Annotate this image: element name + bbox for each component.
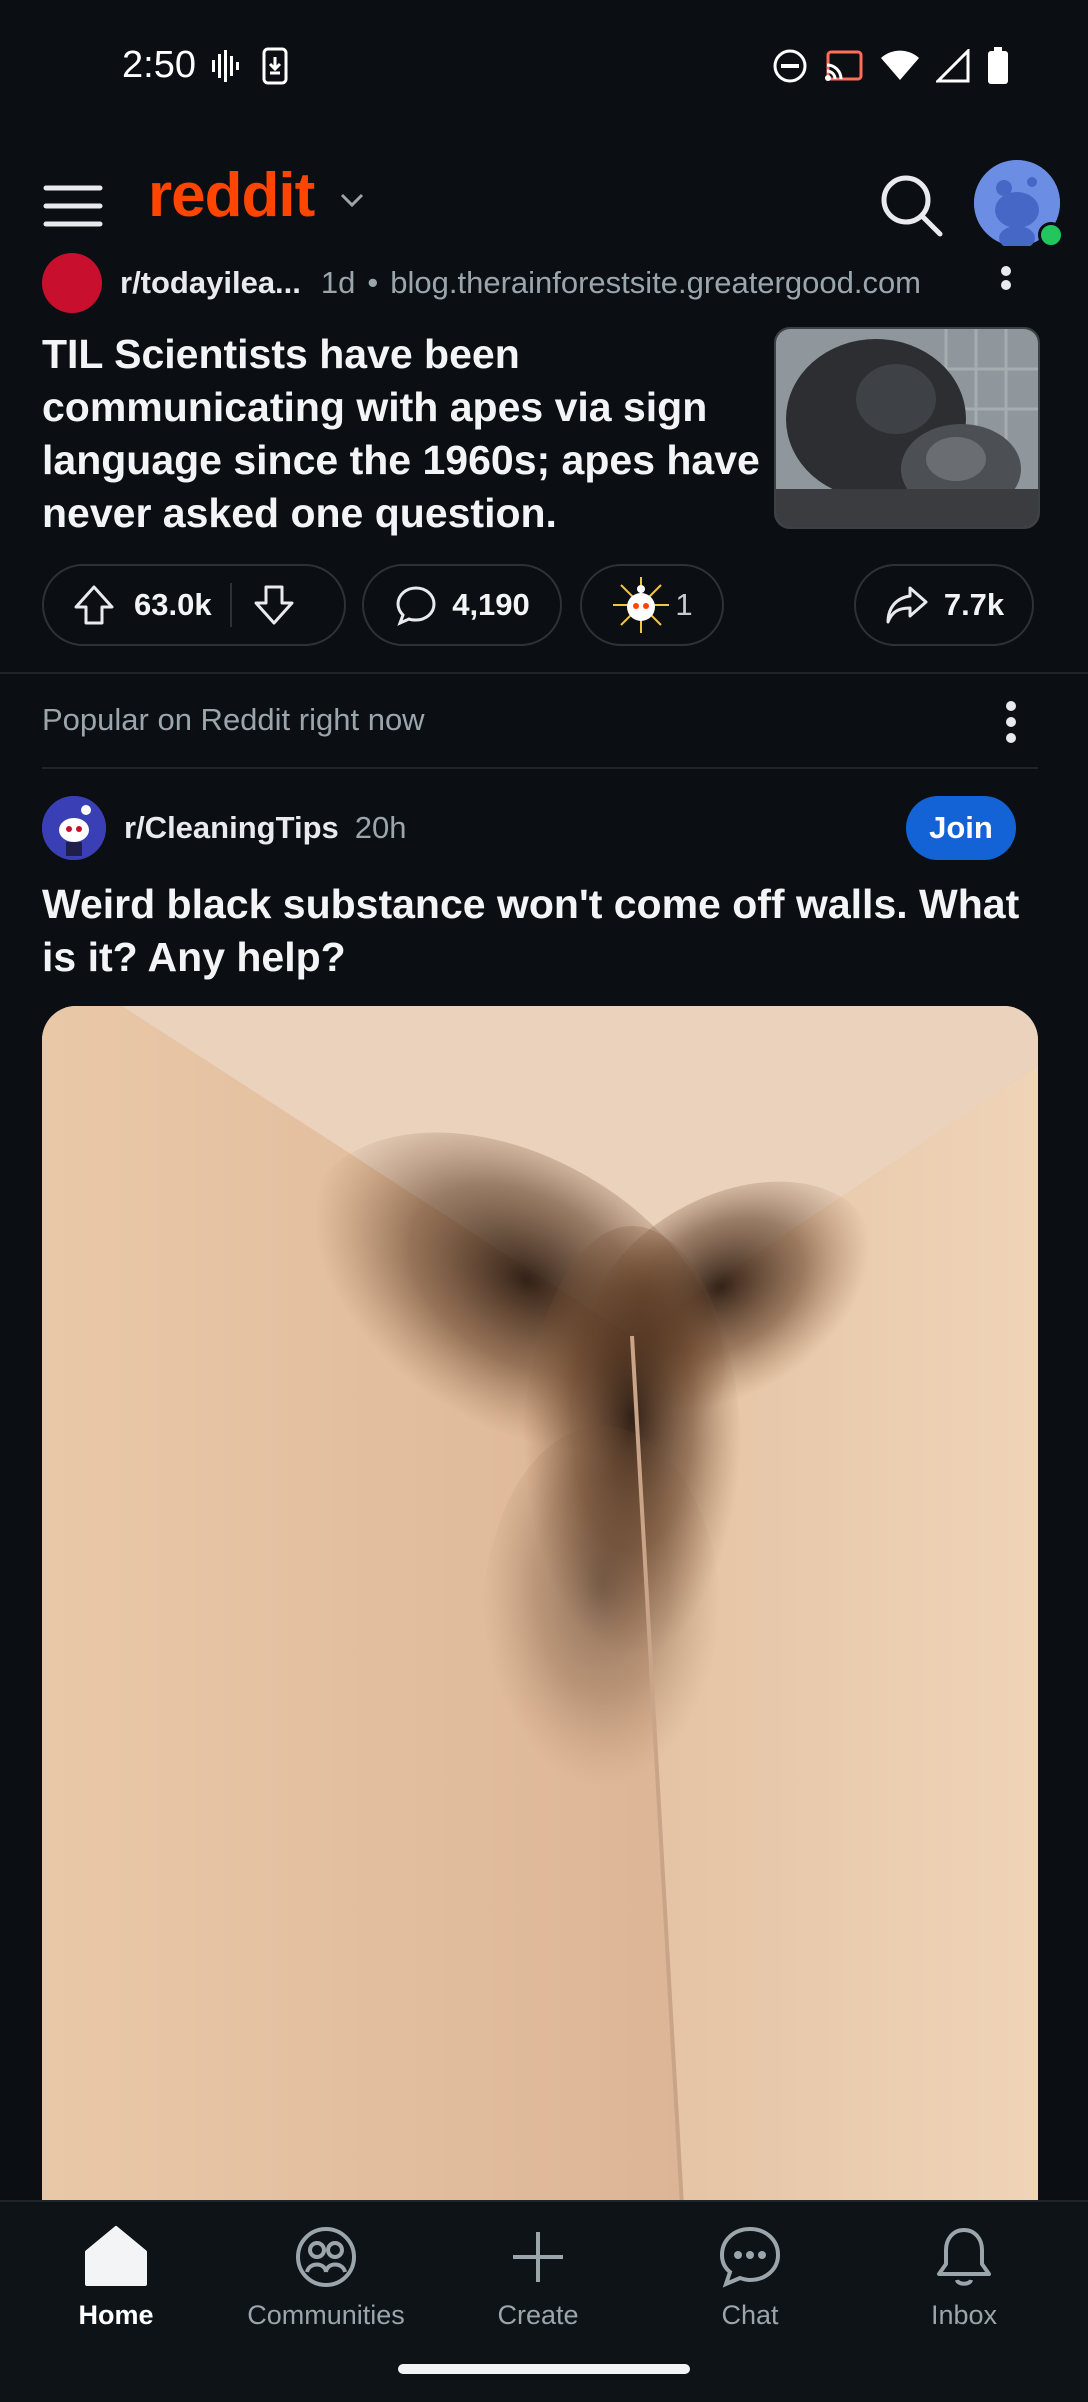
upvote-count: 63.0k [134,587,212,622]
signal-icon [936,49,970,83]
user-avatar[interactable] [974,160,1064,250]
share-button[interactable]: 7.7k [854,564,1034,646]
online-status-dot [1038,222,1064,248]
nav-communities[interactable]: Communities [236,2222,416,2331]
wall-corner-photo [42,1006,1038,2206]
nav-inbox-label: Inbox [930,2300,998,2330]
snoo-cleaner-icon [42,796,106,860]
comment-count: 4,190 [452,587,530,622]
post-image[interactable] [42,1006,1038,2206]
nav-create[interactable]: Create [448,2222,628,2331]
meta-separator: • [367,265,379,300]
do-not-disturb-icon [773,49,807,83]
comments-button[interactable]: 4,190 [362,564,562,646]
nav-create-label: Create [497,2300,579,2330]
feed-divider [0,672,1088,674]
award-count: 1 [675,587,693,622]
menu-icon[interactable] [40,176,106,236]
nav-home-label: Home [78,2300,154,2330]
status-time: 2:50 [122,44,196,86]
award-button[interactable]: 1 [580,564,724,646]
subreddit-name[interactable]: r/todayilea... [120,265,301,301]
post-title[interactable]: Weird black substance won't come off wal… [42,878,1052,984]
share-count: 7.7k [943,587,1005,622]
join-button[interactable]: Join [906,796,1016,860]
section-divider [42,767,1038,769]
gesture-home-indicator[interactable] [398,2364,690,2374]
post1-header: r/todayilea... 1d • blog.therainforestsi… [42,253,1022,313]
award-icon [613,577,670,633]
vote-pill: 63.0k [42,564,346,646]
download-phone-icon [262,47,288,85]
post-thumbnail[interactable] [774,327,1040,529]
post-age: 20h [354,810,407,845]
search-icon[interactable] [876,170,946,240]
nav-chat-label: Chat [721,2300,779,2330]
wifi-icon [881,50,919,80]
upvote-icon[interactable] [72,583,116,627]
status-right-icons [772,46,1010,86]
subreddit-name[interactable]: r/CleaningTips [124,810,339,846]
vote-divider [229,583,232,627]
cast-icon [825,50,863,81]
status-bar: 2:50 [0,0,1088,135]
reddit-logo[interactable]: reddit [148,160,315,231]
post1-actions: 63.0k 4,190 1 7.7k [42,564,1046,650]
post-age: 1d [320,265,356,300]
subreddit-avatar[interactable] [42,253,102,313]
more-options-icon[interactable] [1000,265,1012,305]
nav-home[interactable]: Home [26,2222,206,2331]
share-icon [886,586,928,624]
voice-activity-icon [212,50,239,82]
status-left-icons [210,46,288,86]
nav-communities-label: Communities [247,2300,405,2330]
post2-header: r/CleaningTips 20h [42,796,406,860]
subreddit-avatar[interactable] [42,796,106,860]
comment-icon [396,586,436,626]
nav-inbox[interactable]: Inbox [874,2222,1054,2331]
chevron-down-icon[interactable] [336,184,368,216]
downvote-icon[interactable] [252,583,296,627]
popular-more-icon[interactable] [1004,700,1018,744]
gorilla-image [776,329,1038,527]
communities-icon [296,2227,356,2287]
battery-icon [988,47,1008,84]
bell-icon [937,2228,991,2286]
nav-chat[interactable]: Chat [660,2222,840,2331]
home-icon [85,2226,147,2286]
post-domain[interactable]: blog.therainforestsite.greatergood.com [390,265,921,301]
top-app-bar: reddit [0,140,1088,270]
popular-section-label: Popular on Reddit right now [42,702,425,737]
plus-icon [513,2232,563,2282]
post-title[interactable]: TIL Scientists have been communicating w… [42,328,762,540]
chat-icon [719,2226,781,2288]
